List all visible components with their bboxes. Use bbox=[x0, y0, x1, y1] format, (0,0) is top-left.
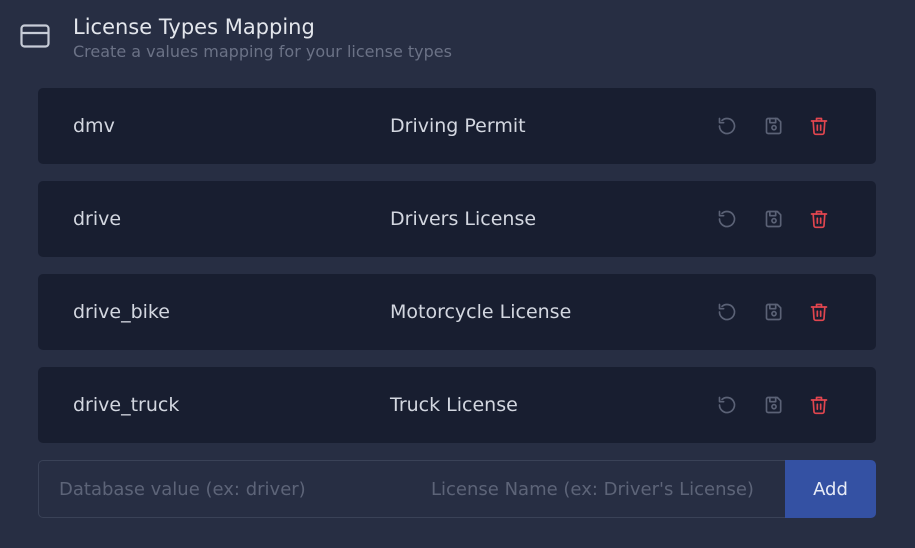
add-mapping-form: Add bbox=[38, 460, 876, 518]
section-subtitle: Create a values mapping for your license… bbox=[73, 42, 452, 61]
mapping-key: drive bbox=[73, 208, 122, 230]
mapping-value: Driving Permit bbox=[390, 115, 526, 137]
save-icon[interactable] bbox=[764, 302, 784, 322]
save-icon[interactable] bbox=[764, 209, 784, 229]
mapping-key: dmv bbox=[73, 115, 115, 137]
trash-icon[interactable] bbox=[809, 209, 829, 229]
save-icon[interactable] bbox=[764, 116, 784, 136]
mapping-row: drive Drivers License bbox=[38, 181, 876, 257]
database-value-input[interactable] bbox=[38, 460, 412, 518]
mapping-value: Motorcycle License bbox=[390, 301, 572, 323]
mapping-row: dmv Driving Permit bbox=[38, 88, 876, 164]
mapping-key: drive_bike bbox=[73, 301, 170, 323]
save-icon[interactable] bbox=[764, 395, 784, 415]
mapping-row: drive_truck Truck License bbox=[38, 367, 876, 443]
section-title: License Types Mapping bbox=[73, 15, 315, 39]
trash-icon[interactable] bbox=[809, 116, 829, 136]
reset-icon[interactable] bbox=[717, 209, 737, 229]
license-name-input[interactable] bbox=[411, 460, 786, 518]
add-button[interactable]: Add bbox=[785, 460, 876, 518]
section-header: License Types Mapping Create a values ma… bbox=[0, 0, 915, 80]
mapping-row: drive_bike Motorcycle License bbox=[38, 274, 876, 350]
mapping-key: drive_truck bbox=[73, 394, 180, 416]
trash-icon[interactable] bbox=[809, 395, 829, 415]
reset-icon[interactable] bbox=[717, 302, 737, 322]
reset-icon[interactable] bbox=[717, 116, 737, 136]
mapping-value: Drivers License bbox=[390, 208, 537, 230]
credit-card-icon bbox=[20, 24, 50, 48]
mapping-value: Truck License bbox=[390, 394, 518, 416]
reset-icon[interactable] bbox=[717, 395, 737, 415]
trash-icon[interactable] bbox=[809, 302, 829, 322]
